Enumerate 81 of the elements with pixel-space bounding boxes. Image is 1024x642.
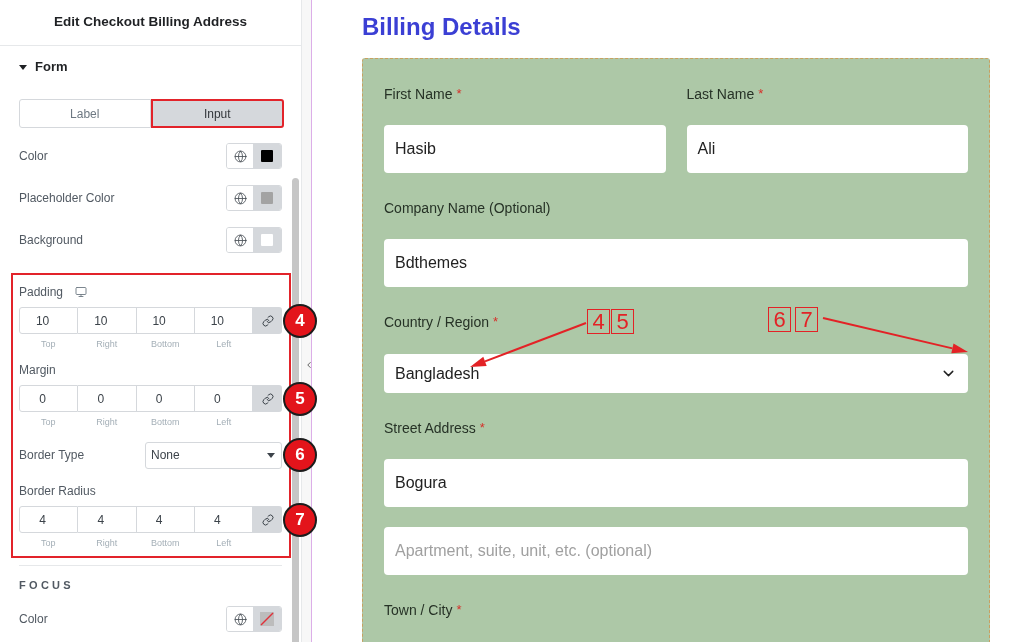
link-values-button[interactable]: [253, 307, 282, 334]
number-field[interactable]: 0: [136, 385, 195, 412]
required-mark: *: [493, 314, 499, 330]
number-field[interactable]: 10: [194, 307, 253, 334]
field-label: First Name: [384, 86, 453, 102]
control-label: Padding: [19, 284, 64, 301]
field-caption: Left: [216, 416, 232, 428]
tab[interactable]: Label: [19, 99, 151, 128]
number-field[interactable]: 10: [19, 307, 79, 334]
globe-icon: [233, 149, 247, 163]
panel-title: Edit Checkout Billing Address: [54, 13, 247, 32]
field-caption: Top: [41, 416, 56, 428]
field-caption: Top: [41, 338, 56, 350]
text-input-field[interactable]: Bdthemes: [384, 239, 968, 287]
control-label: Color: [19, 611, 48, 628]
step-marker: 7: [283, 502, 317, 537]
field-caption: Bottom: [151, 416, 180, 428]
text-input-field[interactable]: Hasib: [384, 125, 666, 173]
control-label: Border Radius: [19, 483, 96, 500]
number-field[interactable]: 10: [136, 307, 195, 334]
control-label: Color: [19, 148, 48, 165]
control-label: Margin: [19, 362, 56, 379]
step-marker: 4: [283, 303, 317, 338]
section-title[interactable]: Form: [35, 57, 68, 77]
required-mark: *: [479, 420, 485, 436]
section-heading: Billing Details: [362, 12, 521, 42]
field-caption: Right: [96, 338, 118, 350]
globe-icon: [233, 233, 247, 247]
field-caption: Left: [216, 537, 232, 549]
color-picker-button[interactable]: [253, 186, 281, 210]
control-label: Background: [19, 232, 84, 249]
number-field[interactable]: 0: [19, 385, 79, 412]
link-values-button[interactable]: [253, 506, 282, 533]
field-caption: Left: [216, 338, 232, 350]
control-label: Border Type: [19, 447, 85, 464]
select-field[interactable]: None: [145, 441, 282, 469]
section-heading: FOCUS: [19, 577, 74, 593]
required-mark: *: [456, 86, 462, 102]
field-label: Town / City: [384, 602, 453, 618]
field-label: Last Name: [686, 86, 755, 102]
number-field[interactable]: 0: [78, 385, 137, 412]
field-label: Company Name (Optional): [384, 200, 551, 216]
link-icon: [261, 392, 274, 405]
color-picker-button[interactable]: [253, 228, 281, 252]
text-input-field[interactable]: Bogura: [384, 459, 968, 507]
chevron-left-icon: [304, 360, 314, 370]
field-caption: Top: [41, 537, 56, 549]
callout-number: 7: [795, 307, 818, 332]
step-marker: 5: [283, 381, 317, 416]
link-values-button[interactable]: [253, 385, 282, 412]
number-field[interactable]: 4: [194, 506, 253, 533]
callout-number: 6: [768, 307, 791, 332]
number-field[interactable]: 4: [19, 506, 79, 533]
field-label: Street Address: [384, 420, 476, 436]
field-caption: Right: [96, 416, 118, 428]
color-picker-button[interactable]: [253, 607, 281, 631]
link-icon: [261, 314, 274, 327]
number-field[interactable]: 4: [78, 506, 137, 533]
field-label: Country / Region: [384, 314, 490, 330]
field-caption: Bottom: [151, 338, 180, 350]
number-field[interactable]: 4: [136, 506, 195, 533]
control-label: Placeholder Color: [19, 190, 115, 207]
text-input-field[interactable]: Ali: [686, 125, 968, 173]
select-field[interactable]: Bangladesh: [384, 354, 968, 393]
globe-icon: [233, 612, 247, 626]
number-field[interactable]: 0: [194, 385, 253, 412]
field-caption: Bottom: [151, 537, 180, 549]
tab[interactable]: Input: [150, 99, 284, 128]
color-picker-button[interactable]: [253, 144, 281, 168]
field-caption: Right: [96, 537, 118, 549]
number-field[interactable]: 10: [78, 307, 137, 334]
required-mark: *: [456, 602, 462, 618]
desktop-icon[interactable]: [75, 286, 88, 298]
link-icon: [261, 513, 274, 526]
step-marker: 6: [283, 438, 317, 472]
required-mark: *: [758, 86, 764, 102]
caret-down-icon[interactable]: [19, 64, 27, 70]
caret-down-icon: [267, 452, 275, 458]
callout-number: 5: [611, 309, 634, 334]
globe-icon: [233, 191, 247, 205]
callout-number: 4: [587, 309, 610, 334]
